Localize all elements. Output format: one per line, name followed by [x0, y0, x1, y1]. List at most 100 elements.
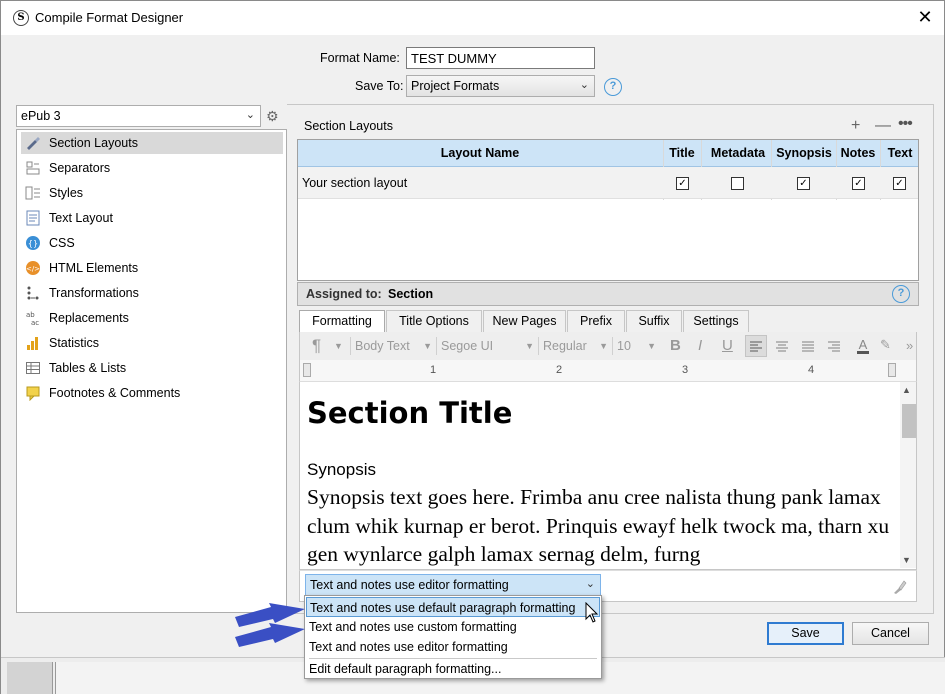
help-icon[interactable]: ?	[892, 285, 910, 303]
save-to-value: Project Formats	[411, 79, 500, 93]
sidebar-item-text-layout[interactable]: Text Layout	[21, 207, 283, 229]
tab-suffix[interactable]: Suffix	[626, 310, 682, 332]
section-layouts-title: Section Layouts	[304, 119, 393, 133]
synopsis-checkbox[interactable]: ✓	[797, 177, 810, 190]
underline-button[interactable]: U	[722, 337, 733, 354]
paragraph-dropdown-icon[interactable]: ▼	[334, 341, 343, 351]
notes-checkbox[interactable]: ✓	[852, 177, 865, 190]
font-select[interactable]: Segoe UI ▼	[436, 337, 536, 355]
sidebar-item-label: Separators	[49, 161, 111, 175]
help-icon[interactable]: ?	[604, 78, 622, 96]
vertical-scrollbar[interactable]: ▲ ▼	[900, 382, 916, 568]
compile-format-value: ePub 3	[21, 109, 61, 123]
font-weight-select[interactable]: Regular ▼	[538, 337, 610, 355]
add-icon[interactable]: +	[851, 117, 860, 135]
section-layouts-table: Layout Name Title Metadata Synopsis Note…	[297, 139, 919, 281]
paragraph-style-select[interactable]: Body Text ▼	[350, 337, 434, 355]
separators-icon	[25, 160, 41, 176]
chevron-down-icon: ▼	[647, 341, 656, 351]
align-justify-icon[interactable]	[798, 336, 818, 359]
transformations-icon	[25, 285, 41, 301]
align-center-icon[interactable]	[772, 336, 792, 359]
sidebar-item-section-layouts[interactable]: Section Layouts	[21, 132, 283, 154]
sidebar-item-tables-lists[interactable]: Tables & Lists	[21, 357, 283, 379]
brush-icon[interactable]	[891, 579, 907, 598]
tab-new-pages[interactable]: New Pages	[483, 310, 566, 332]
text-checkbox[interactable]: ✓	[893, 177, 906, 190]
sidebar-item-label: HTML Elements	[49, 261, 139, 275]
table-row[interactable]: Your section layout ✓ ✓ ✓ ✓	[298, 167, 918, 199]
html-elements-icon: </>	[25, 260, 41, 276]
italic-button[interactable]: I	[698, 337, 702, 354]
paragraph-style-value: Body Text	[355, 339, 410, 353]
format-mode-select[interactable]: Text and notes use editor formatting ⌄	[305, 574, 601, 596]
column-header-title: Title	[669, 146, 695, 160]
metadata-checkbox[interactable]	[731, 177, 744, 190]
sidebar-item-transformations[interactable]: Transformations	[21, 282, 283, 304]
scroll-down-icon[interactable]: ▼	[902, 555, 911, 565]
sidebar-item-separators[interactable]: Separators	[21, 157, 283, 179]
sidebar-item-label: Transformations	[49, 286, 139, 300]
align-right-icon[interactable]	[824, 336, 844, 359]
chevron-down-icon: ▼	[599, 341, 608, 351]
scroll-up-icon[interactable]: ▲	[902, 385, 911, 395]
paragraph-icon[interactable]: ¶	[312, 336, 321, 356]
format-mode-value: Text and notes use editor formatting	[310, 578, 509, 592]
font-size-select[interactable]: 10 ▼	[612, 337, 658, 355]
text-color-icon[interactable]: A	[854, 336, 872, 359]
sidebar-item-css[interactable]: {} CSS	[21, 232, 283, 254]
font-weight-value: Regular	[543, 339, 587, 353]
sidebar-item-replacements[interactable]: ab ac Replacements	[21, 307, 283, 329]
section-layouts-icon	[25, 135, 41, 151]
font-size-value: 10	[617, 339, 631, 353]
close-icon[interactable]: ✕	[913, 5, 937, 29]
save-button[interactable]: Save	[767, 622, 844, 645]
svg-text:ac: ac	[31, 319, 39, 326]
format-name-input[interactable]	[406, 47, 595, 69]
title-checkbox[interactable]: ✓	[676, 177, 689, 190]
sidebar-item-label: Replacements	[49, 311, 129, 325]
tab-formatting[interactable]: Formatting	[299, 310, 385, 332]
replacements-icon: ab ac	[25, 310, 41, 327]
dialog-window: S Compile Format Designer ✕ Format Name:…	[0, 0, 945, 694]
sidebar-item-statistics[interactable]: Statistics	[21, 332, 283, 354]
tab-settings[interactable]: Settings	[683, 310, 749, 332]
sidebar-item-styles[interactable]: Styles	[21, 182, 283, 204]
chevron-down-icon: ⌄	[579, 79, 589, 91]
align-left-icon[interactable]	[745, 335, 767, 357]
left-indent-marker[interactable]	[303, 363, 311, 377]
cancel-button[interactable]: Cancel	[852, 622, 929, 645]
chevron-down-icon: ▼	[423, 341, 432, 351]
sidebar-item-html-elements[interactable]: </> HTML Elements	[21, 257, 283, 279]
ruler: 1 2 3 4	[299, 360, 917, 382]
option-custom-formatting[interactable]: Text and notes use custom formatting	[306, 617, 600, 637]
css-icon: {}	[25, 235, 41, 251]
gear-icon[interactable]: ⚙	[266, 108, 279, 125]
sidebar-item-footnotes-comments[interactable]: Footnotes & Comments	[21, 382, 283, 404]
formatting-preview-editor[interactable]: Section Title Synopsis Synopsis text goe…	[299, 382, 917, 570]
highlight-icon[interactable]: ✎	[880, 337, 891, 353]
assigned-to-bar: Assigned to: Section ?	[297, 282, 919, 306]
minus-icon[interactable]: —	[875, 117, 891, 135]
edit-default-paragraph-formatting[interactable]: Edit default paragraph formatting...	[306, 659, 600, 679]
svg-text:{}: {}	[28, 239, 38, 248]
formatting-toolbar: ¶ ▼ Body Text ▼ Segoe UI ▼ Regular ▼ 10 ▼ B …	[299, 332, 917, 360]
sidebar-item-label: Statistics	[49, 336, 100, 350]
option-editor-formatting[interactable]: Text and notes use editor formatting	[306, 637, 600, 657]
chevron-down-icon: ⌄	[245, 109, 255, 121]
tab-prefix[interactable]: Prefix	[567, 310, 625, 332]
bold-button[interactable]: B	[670, 337, 681, 354]
tab-title-options[interactable]: Title Options	[386, 310, 482, 332]
app-icon: S	[13, 10, 29, 26]
chevron-down-icon: ▼	[525, 341, 534, 351]
scrollbar-thumb[interactable]	[902, 404, 916, 438]
ruler-ticks	[316, 369, 906, 371]
more-tools-icon[interactable]: »	[906, 338, 913, 353]
svg-text:</>: </>	[26, 265, 40, 273]
compile-format-select[interactable]: ePub 3 ⌄	[16, 105, 261, 127]
save-to-select[interactable]: Project Formats ⌄	[406, 75, 595, 97]
more-icon[interactable]: •••	[898, 115, 913, 133]
sidebar-item-label: Text Layout	[49, 211, 113, 225]
format-name-label: Format Name:	[320, 51, 400, 65]
option-default-paragraph-formatting[interactable]: Text and notes use default paragraph for…	[306, 597, 600, 617]
